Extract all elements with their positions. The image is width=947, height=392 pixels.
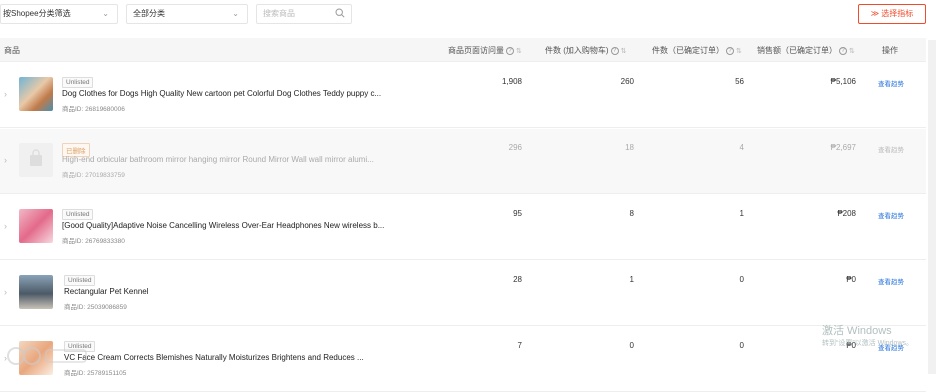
product-id: 商品ID: 27019833759 xyxy=(62,172,125,179)
help-icon[interactable]: ? xyxy=(610,46,619,55)
product-thumbnail xyxy=(19,143,53,177)
search-icon xyxy=(335,8,345,18)
view-trend-link[interactable]: 查看趋势 xyxy=(878,144,904,154)
confirmed-units-value: 0 xyxy=(739,341,744,350)
chevron-right-icon[interactable]: › xyxy=(4,89,7,99)
product-thumbnail xyxy=(19,209,53,243)
add-to-cart-value: 0 xyxy=(629,341,634,350)
table-header: 商品 商品页面访问量? ⇅ 件数 (加入购物车)? ⇅ 件数（已确定订单）? ⇅ 销售… xyxy=(0,38,926,62)
chevron-down-icon: ⌄ xyxy=(232,9,239,18)
product-thumbnail xyxy=(19,77,53,111)
page-views-value: 1,908 xyxy=(501,77,522,86)
shopee-category-select[interactable]: 按Shopee分类筛选 ⌄ xyxy=(0,4,118,24)
all-category-select[interactable]: 全部分类 ⌄ xyxy=(126,4,248,24)
view-trend-link[interactable]: 查看趋势 xyxy=(878,78,904,88)
logo-watermark-icon xyxy=(7,347,87,365)
chevron-right-icon[interactable]: › xyxy=(4,287,7,297)
sales-value: ₱5,106 xyxy=(830,77,856,86)
header-product: 商品 xyxy=(4,46,20,55)
header-actions: 操作 xyxy=(882,46,898,55)
sales-value: ₱0 xyxy=(846,275,856,284)
help-icon[interactable]: ? xyxy=(839,46,847,55)
table-row: › Unlisted Rectangular Pet Kennel 商品ID: … xyxy=(0,261,926,326)
sort-icon[interactable]: ⇅ xyxy=(516,48,522,55)
confirmed-units-value: 4 xyxy=(739,143,744,152)
header-confirmed-units[interactable]: 件数（已确定订单）? ⇅ xyxy=(652,45,742,56)
filter-bar: 按Shopee分类筛选 ⌄ 全部分类 ⌄ 搜索商品 ≫ 选择指标 xyxy=(0,0,947,32)
chevron-down-icon: ⌄ xyxy=(102,9,109,18)
add-to-cart-value: 1 xyxy=(629,275,634,284)
header-add-to-cart[interactable]: 件数 (加入购物车)? ⇅ xyxy=(545,45,626,56)
chevron-right-icon[interactable]: › xyxy=(4,221,7,231)
product-name[interactable]: High-end orbicular bathroom mirror hangi… xyxy=(62,155,374,164)
table-row: › Unlisted [Good Quality]Adaptive Noise … xyxy=(0,195,926,260)
windows-activation-subtext: 转到“设置”以激活 Windows。 xyxy=(822,340,914,347)
status-badge: Unlisted xyxy=(64,275,96,286)
product-id: 商品ID: 25039086859 xyxy=(64,304,127,311)
metrics-icon: ≫ xyxy=(870,9,880,18)
header-sales[interactable]: 销售额（已确定订单）? ⇅ xyxy=(757,45,855,56)
page-views-value: 28 xyxy=(513,275,522,284)
search-placeholder: 搜索商品 xyxy=(263,9,295,18)
status-badge: Unlisted xyxy=(62,209,94,220)
all-category-label: 全部分类 xyxy=(133,9,165,18)
vertical-scrollbar[interactable] xyxy=(928,40,936,374)
table-row: › 已删除 High-end orbicular bathroom mirror… xyxy=(0,129,926,194)
product-id: 商品ID: 26769833380 xyxy=(62,238,125,245)
metrics-button-label: 选择指标 xyxy=(881,9,914,18)
site-logo-watermark xyxy=(6,344,92,368)
add-to-cart-value: 18 xyxy=(625,143,634,152)
header-page-views[interactable]: 商品页面访问量? ⇅ xyxy=(448,45,522,56)
add-to-cart-value: 8 xyxy=(629,209,634,218)
chevron-right-icon[interactable]: › xyxy=(4,155,7,165)
product-id: 商品ID: 26819680006 xyxy=(62,106,125,113)
product-name[interactable]: Dog Clothes for Dogs High Quality New ca… xyxy=(62,89,381,98)
select-metrics-button[interactable]: ≫ 选择指标 xyxy=(858,4,926,24)
confirmed-units-value: 56 xyxy=(735,77,744,86)
view-trend-link[interactable]: 查看趋势 xyxy=(878,276,904,286)
status-badge: Unlisted xyxy=(62,77,94,88)
confirmed-units-value: 1 xyxy=(739,209,744,218)
confirmed-units-value: 0 xyxy=(739,275,744,284)
page-views-value: 95 xyxy=(513,209,522,218)
image-placeholder-icon xyxy=(30,149,42,166)
table-row: › Unlisted Dog Clothes for Dogs High Qua… xyxy=(0,63,926,128)
product-name[interactable]: Rectangular Pet Kennel xyxy=(64,287,149,296)
product-name[interactable]: VC Face Cream Corrects Blemishes Natural… xyxy=(64,353,364,362)
shopee-category-label: 按Shopee分类筛选 xyxy=(3,9,71,18)
search-input[interactable]: 搜索商品 xyxy=(256,4,352,24)
sort-icon[interactable]: ⇅ xyxy=(736,48,742,55)
page-views-value: 7 xyxy=(517,341,522,350)
table-row: › Unlisted VC Face Cream Corrects Blemis… xyxy=(0,327,926,392)
help-icon[interactable]: ? xyxy=(726,46,734,55)
help-icon[interactable]: ? xyxy=(506,46,514,55)
add-to-cart-value: 260 xyxy=(620,77,634,86)
view-trend-link[interactable]: 查看趋势 xyxy=(878,210,904,220)
sales-value: ₱2,697 xyxy=(830,143,856,152)
sort-icon[interactable]: ⇅ xyxy=(849,48,855,55)
sales-value: ₱208 xyxy=(837,209,856,218)
windows-activation-watermark: 激活 Windows xyxy=(822,325,892,337)
product-name[interactable]: [Good Quality]Adaptive Noise Cancelling … xyxy=(62,221,384,230)
product-id: 商品ID: 25789151105 xyxy=(64,370,127,377)
product-thumbnail xyxy=(19,275,53,309)
page-views-value: 296 xyxy=(508,143,522,152)
sort-icon[interactable]: ⇅ xyxy=(621,48,627,55)
